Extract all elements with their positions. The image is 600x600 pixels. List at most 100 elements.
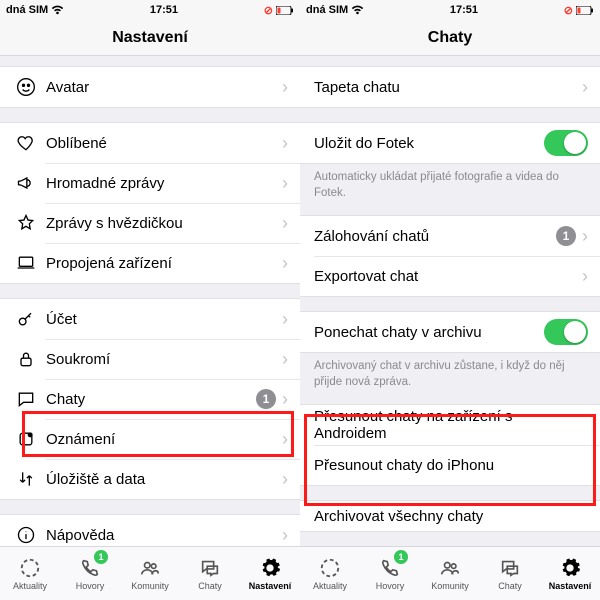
row-label: Zálohování chatů bbox=[314, 228, 556, 245]
gear-icon bbox=[258, 556, 282, 580]
status-bar: dná SIM 17:51 ⊘ bbox=[0, 0, 300, 20]
key-icon bbox=[14, 309, 38, 329]
page-title: Nastavení bbox=[0, 20, 300, 56]
tab-label: Hovory bbox=[76, 581, 105, 591]
tab-chaty[interactable]: Chaty bbox=[480, 547, 540, 600]
row-label: Zprávy s hvězdičkou bbox=[38, 215, 282, 232]
tab-nastaveni[interactable]: Nastavení bbox=[540, 547, 600, 600]
people-icon bbox=[438, 556, 462, 580]
settings-list: Avatar › Oblíbené › Hromadné zprávy › bbox=[0, 56, 300, 546]
chevron-right-icon: › bbox=[282, 77, 288, 98]
app-icon bbox=[14, 429, 38, 449]
badge-count: 1 bbox=[556, 226, 576, 246]
page-title: Chaty bbox=[300, 20, 600, 56]
chevron-right-icon: › bbox=[282, 309, 288, 330]
row-label: Přesunout chaty do iPhonu bbox=[314, 457, 588, 474]
battery-icon bbox=[276, 6, 294, 15]
lock-icon bbox=[14, 349, 38, 369]
row-label: Avatar bbox=[38, 79, 282, 96]
row-label: Tapeta chatu bbox=[314, 79, 582, 96]
tab-label: Hovory bbox=[376, 581, 405, 591]
row-account[interactable]: Účet › bbox=[0, 299, 300, 339]
chevron-right-icon: › bbox=[282, 525, 288, 546]
row-label: Úložiště a data bbox=[38, 471, 282, 488]
chat-bubble-icon bbox=[14, 389, 38, 409]
row-backup[interactable]: Zálohování chatů 1 › bbox=[300, 216, 600, 256]
row-label: Nápověda bbox=[38, 527, 282, 544]
status-ring-icon bbox=[318, 556, 342, 580]
alert-icon: ⊘ bbox=[264, 4, 273, 17]
row-save-photos[interactable]: Uložit do Fotek bbox=[300, 123, 600, 163]
row-archive-all[interactable]: Archivovat všechny chaty bbox=[300, 501, 600, 531]
row-chats[interactable]: Chaty 1 › bbox=[0, 379, 300, 419]
tab-bar: Aktuality 1 Hovory Komunity Chaty Nastav… bbox=[300, 546, 600, 600]
row-linked-devices[interactable]: Propojená zařízení › bbox=[0, 243, 300, 283]
row-export[interactable]: Exportovat chat › bbox=[300, 256, 600, 296]
chevron-right-icon: › bbox=[282, 469, 288, 490]
chevron-right-icon: › bbox=[582, 77, 588, 98]
chevron-right-icon: › bbox=[282, 173, 288, 194]
tab-aktuality[interactable]: Aktuality bbox=[300, 547, 360, 600]
carrier-label: dná SIM bbox=[6, 4, 48, 16]
row-move-android[interactable]: Přesunout chaty na zařízení s Androidem bbox=[300, 405, 600, 445]
avatar-icon bbox=[14, 77, 38, 97]
tab-hovory[interactable]: 1 Hovory bbox=[360, 547, 420, 600]
row-starred[interactable]: Zprávy s hvězdičkou › bbox=[0, 203, 300, 243]
toggle-keep-archived[interactable] bbox=[544, 319, 588, 345]
tab-badge: 1 bbox=[94, 550, 108, 564]
heart-icon bbox=[14, 133, 38, 153]
row-broadcast[interactable]: Hromadné zprávy › bbox=[0, 163, 300, 203]
note-save-photos: Automaticky ukládat přijaté fotografie a… bbox=[300, 164, 600, 209]
row-move-iphone[interactable]: Přesunout chaty do iPhonu bbox=[300, 445, 600, 485]
screen-chats-settings: dná SIM 17:51 ⊘ Chaty Tapeta chatu › Ulo… bbox=[300, 0, 600, 600]
chats-settings-list: Tapeta chatu › Uložit do Fotek Automatic… bbox=[300, 56, 600, 546]
row-label: Oblíbené bbox=[38, 135, 282, 152]
data-transfer-icon bbox=[14, 469, 38, 489]
tab-komunity[interactable]: Komunity bbox=[420, 547, 480, 600]
battery-icon bbox=[576, 6, 594, 15]
carrier-label: dná SIM bbox=[306, 4, 348, 16]
alert-icon: ⊘ bbox=[564, 4, 573, 17]
status-ring-icon bbox=[18, 556, 42, 580]
row-label: Archivovat všechny chaty bbox=[314, 508, 588, 525]
tab-label: Aktuality bbox=[313, 581, 347, 591]
row-label: Hromadné zprávy bbox=[38, 175, 282, 192]
tab-nastaveni[interactable]: Nastavení bbox=[240, 547, 300, 600]
row-privacy[interactable]: Soukromí › bbox=[0, 339, 300, 379]
star-icon bbox=[14, 213, 38, 233]
megaphone-icon bbox=[14, 173, 38, 193]
row-label: Exportovat chat bbox=[314, 268, 582, 285]
tab-label: Chaty bbox=[198, 581, 222, 591]
row-label: Ponechat chaty v archivu bbox=[314, 324, 544, 341]
tab-badge: 1 bbox=[394, 550, 408, 564]
status-bar: dná SIM 17:51 ⊘ bbox=[300, 0, 600, 20]
clock-label: 17:51 bbox=[150, 4, 178, 16]
row-label: Uložit do Fotek bbox=[314, 135, 544, 152]
chats-icon bbox=[198, 556, 222, 580]
tab-label: Chaty bbox=[498, 581, 522, 591]
row-avatar[interactable]: Avatar › bbox=[0, 67, 300, 107]
chevron-right-icon: › bbox=[282, 253, 288, 274]
toggle-save-photos[interactable] bbox=[544, 130, 588, 156]
row-help[interactable]: Nápověda › bbox=[0, 515, 300, 546]
chevron-right-icon: › bbox=[582, 266, 588, 287]
chevron-right-icon: › bbox=[282, 349, 288, 370]
row-wallpaper[interactable]: Tapeta chatu › bbox=[300, 67, 600, 107]
row-notifications[interactable]: Oznámení › bbox=[0, 419, 300, 459]
info-icon bbox=[14, 525, 38, 545]
row-label: Účet bbox=[38, 311, 282, 328]
tab-komunity[interactable]: Komunity bbox=[120, 547, 180, 600]
tab-label: Nastavení bbox=[549, 581, 592, 591]
row-storage[interactable]: Úložiště a data › bbox=[0, 459, 300, 499]
row-favorites[interactable]: Oblíbené › bbox=[0, 123, 300, 163]
row-keep-archived[interactable]: Ponechat chaty v archivu bbox=[300, 312, 600, 352]
chevron-right-icon: › bbox=[282, 213, 288, 234]
tab-aktuality[interactable]: Aktuality bbox=[0, 547, 60, 600]
note-keep-archived: Archivovaný chat v archivu zůstane, i kd… bbox=[300, 353, 600, 398]
tab-label: Komunity bbox=[431, 581, 469, 591]
tab-label: Aktuality bbox=[13, 581, 47, 591]
tab-hovory[interactable]: 1 Hovory bbox=[60, 547, 120, 600]
laptop-icon bbox=[14, 253, 38, 273]
screen-settings: dná SIM 17:51 ⊘ Nastavení Avatar › bbox=[0, 0, 300, 600]
tab-chaty[interactable]: Chaty bbox=[180, 547, 240, 600]
